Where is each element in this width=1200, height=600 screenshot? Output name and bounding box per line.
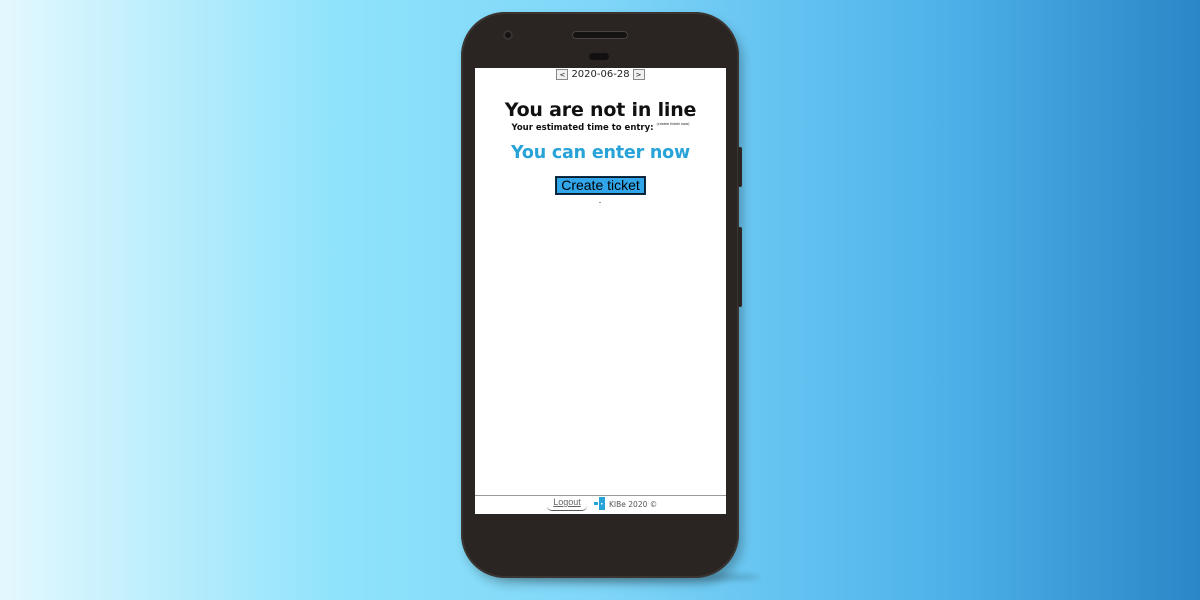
phone-volume-button [738, 227, 742, 307]
phone-frame: < 2020-06-28 > You are not in line Your … [461, 12, 742, 578]
divider-dot [599, 202, 601, 203]
queue-heading: You are not in line [504, 99, 697, 121]
current-date: 2020-06-28 [571, 69, 630, 80]
copyright-text: KIBe 2020 © [609, 500, 658, 509]
front-camera [503, 30, 513, 40]
eta-label: Your estimated time to entry: [511, 123, 654, 133]
entry-status: You can enter now [511, 143, 690, 163]
next-day-button[interactable]: > [632, 69, 645, 80]
prev-day-button[interactable]: < [556, 69, 569, 80]
logout-link[interactable]: Logout [547, 497, 587, 511]
date-navigation: < 2020-06-28 > [475, 69, 726, 80]
phone-side-button [738, 147, 742, 187]
earpiece-speaker [572, 31, 628, 39]
create-ticket-button[interactable]: Create ticket [555, 176, 646, 195]
eta-note: (create ticket now) [656, 122, 690, 126]
app-screen: < 2020-06-28 > You are not in line Your … [475, 68, 726, 514]
eta-row: Your estimated time to entry: (create ti… [475, 122, 726, 133]
proximity-sensor [589, 53, 609, 60]
door-icon [594, 497, 605, 510]
footer: Logout KIBe 2020 © [475, 495, 726, 514]
